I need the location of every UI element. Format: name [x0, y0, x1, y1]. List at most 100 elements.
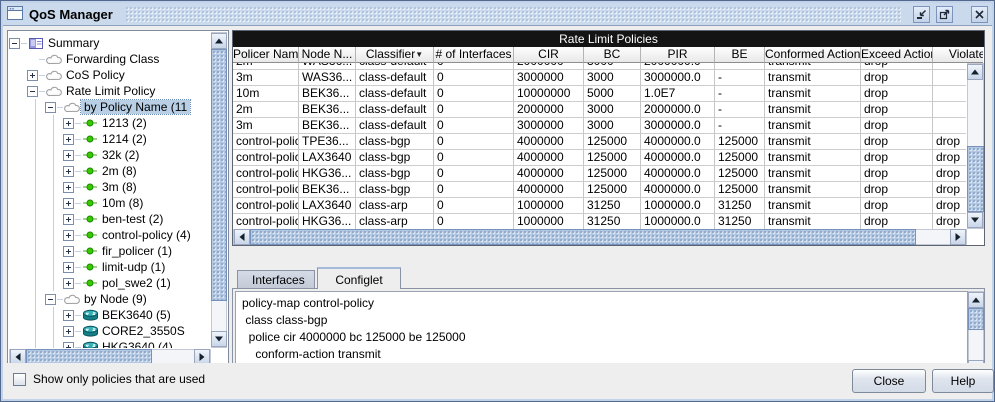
table-cell[interactable]: transmit — [765, 198, 861, 214]
table-cell[interactable]: transmit — [765, 150, 861, 166]
tree-item-label[interactable]: 32k (2) — [99, 148, 142, 162]
window-titlebar[interactable]: QoS Manager — [3, 3, 992, 26]
table-cell[interactable]: class-bgp — [356, 134, 434, 150]
tree-item-32k-2[interactable]: 32k (2) — [9, 147, 211, 163]
tree-item-label[interactable]: limit-udp (1) — [99, 260, 168, 274]
tree-item-3m-8[interactable]: 3m (8) — [9, 179, 211, 195]
table-cell[interactable]: drop — [933, 182, 966, 198]
tree-item-label[interactable]: BEK3640 (5) — [99, 308, 174, 322]
tree-item-by-policy-name-11[interactable]: by Policy Name (11 — [9, 99, 211, 115]
table-cell[interactable]: transmit — [765, 102, 861, 118]
table-cell[interactable]: 0 — [434, 118, 514, 134]
table-cell[interactable]: LAX3640 — [299, 198, 356, 214]
table-cell[interactable] — [933, 86, 966, 102]
column-header-be[interactable]: BE — [715, 47, 765, 63]
tree-item-cos-policy[interactable]: CoS Policy — [9, 67, 211, 83]
expand-icon[interactable] — [63, 166, 74, 177]
expand-icon[interactable] — [63, 214, 74, 225]
table-cell[interactable]: 3m — [233, 70, 299, 86]
table-body[interactable]: 2mWAS36...class-default02000000300020000… — [233, 63, 966, 229]
table-scroll-left-icon[interactable] — [234, 229, 250, 245]
table-cell[interactable]: - — [715, 70, 765, 86]
tree-vscroll-thumb[interactable] — [211, 49, 227, 301]
table-cell[interactable]: 1.0E7 — [641, 86, 715, 102]
table-row[interactable]: 2mBEK36...class-default02000000300020000… — [233, 102, 966, 118]
table-horizontal-scrollbar[interactable] — [233, 229, 967, 245]
minimize-icon[interactable] — [913, 6, 930, 23]
table-cell[interactable]: control-policy — [233, 198, 299, 214]
table-cell[interactable]: 3000 — [584, 118, 641, 134]
table-cell[interactable]: 2000000 — [514, 102, 584, 118]
table-cell[interactable]: drop — [861, 118, 933, 134]
table-cell[interactable]: drop — [933, 150, 966, 166]
configlet-scroll-up-icon[interactable] — [968, 292, 984, 308]
collapse-icon[interactable] — [45, 294, 56, 305]
table-cell[interactable]: 3000000.0 — [641, 70, 715, 86]
table-cell[interactable]: drop — [861, 63, 933, 70]
table-cell[interactable]: drop — [933, 134, 966, 150]
table-cell[interactable]: 3000000.0 — [641, 118, 715, 134]
table-cell[interactable]: 125000 — [584, 182, 641, 198]
column-header-cir[interactable]: CIR — [514, 47, 584, 63]
table-cell[interactable]: 0 — [434, 70, 514, 86]
table-cell[interactable]: drop — [933, 166, 966, 182]
tree-item-label[interactable]: CoS Policy — [63, 68, 128, 82]
tree-item-label[interactable]: by Policy Name (11 — [81, 100, 190, 114]
table-cell[interactable]: control-policy — [233, 150, 299, 166]
tree-item-label[interactable]: fir_policer (1) — [99, 244, 175, 258]
table-row[interactable]: 2mWAS36...class-default02000000300020000… — [233, 63, 966, 70]
tree-item-2m-8[interactable]: 2m (8) — [9, 163, 211, 179]
table-cell[interactable] — [933, 70, 966, 86]
column-header-conformed-action[interactable]: Conformed Action — [765, 47, 861, 63]
column-header-policer-name[interactable]: Policer Name — [233, 47, 299, 63]
table-cell[interactable]: transmit — [765, 86, 861, 102]
column-header-bc[interactable]: BC — [584, 47, 641, 63]
table-cell[interactable]: 31250 — [715, 198, 765, 214]
table-cell[interactable]: WAS36... — [299, 70, 356, 86]
configlet-vscroll-thumb[interactable] — [968, 308, 984, 330]
table-row[interactable]: control-policyTPE36...class-bgp040000001… — [233, 134, 966, 150]
table-row[interactable]: 10mBEK36...class-default01000000050001.0… — [233, 86, 966, 102]
table-cell[interactable]: 3000 — [584, 102, 641, 118]
tree-item-label[interactable]: 3m (8) — [99, 180, 140, 194]
table-cell[interactable]: 4000000.0 — [641, 166, 715, 182]
table-cell[interactable]: 2000000 — [514, 63, 584, 70]
table-cell[interactable]: 0 — [434, 166, 514, 182]
table-cell[interactable]: 4000000 — [514, 150, 584, 166]
table-cell[interactable]: drop — [861, 182, 933, 198]
table-cell[interactable]: drop — [933, 198, 966, 214]
table-cell[interactable]: BEK36... — [299, 86, 356, 102]
table-cell[interactable]: control-policy — [233, 214, 299, 229]
expand-icon[interactable] — [63, 134, 74, 145]
tree-item-label[interactable]: Summary — [45, 36, 102, 50]
table-cell[interactable]: drop — [861, 198, 933, 214]
table-cell[interactable]: BEK36... — [299, 182, 356, 198]
table-cell[interactable]: transmit — [765, 70, 861, 86]
table-cell[interactable] — [933, 102, 966, 118]
expand-icon[interactable] — [63, 262, 74, 273]
table-cell[interactable]: - — [715, 118, 765, 134]
table-cell[interactable]: 1000000 — [514, 214, 584, 229]
table-cell[interactable]: 2m — [233, 63, 299, 70]
table-row[interactable]: control-policyHKG36...class-arp010000003… — [233, 214, 966, 229]
table-cell[interactable] — [933, 63, 966, 70]
tree-item-label[interactable]: Rate Limit Policy — [63, 84, 158, 98]
policy-tree[interactable]: SummaryForwarding ClassCoS PolicyRate Li… — [9, 32, 211, 348]
tree-item-limit-udp-1[interactable]: limit-udp (1) — [9, 259, 211, 275]
table-row[interactable]: control-policyBEK36...class-bgp040000001… — [233, 182, 966, 198]
column-header-exceed-action[interactable]: Exceed Action — [861, 47, 933, 63]
column-header-violate-a[interactable]: Violate A — [933, 47, 983, 63]
expand-icon[interactable] — [63, 198, 74, 209]
table-cell[interactable]: HKG36... — [299, 214, 356, 229]
table-cell[interactable]: class-bgp — [356, 166, 434, 182]
table-cell[interactable]: drop — [861, 166, 933, 182]
table-cell[interactable]: 1000000.0 — [641, 198, 715, 214]
help-button[interactable]: Help — [932, 369, 994, 393]
table-cell[interactable] — [933, 118, 966, 134]
table-cell[interactable]: transmit — [765, 166, 861, 182]
expand-icon[interactable] — [63, 150, 74, 161]
table-cell[interactable]: drop — [861, 134, 933, 150]
table-cell[interactable]: class-default — [356, 63, 434, 70]
table-cell[interactable]: 125000 — [715, 166, 765, 182]
table-cell[interactable]: class-bgp — [356, 182, 434, 198]
